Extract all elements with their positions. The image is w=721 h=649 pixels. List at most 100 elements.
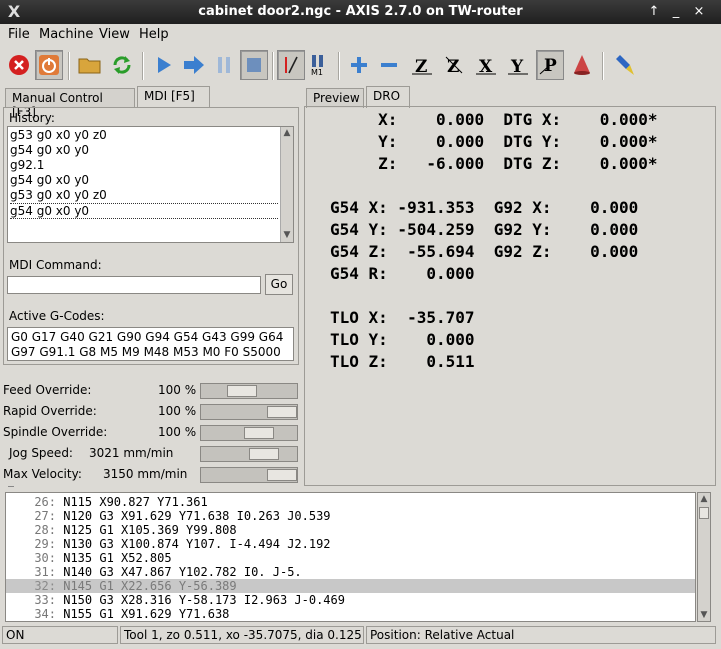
history-scrollbar[interactable]: ▲ ▼: [280, 127, 293, 242]
slider-handle[interactable]: [267, 469, 297, 481]
code-line[interactable]: 33: N150 G3 X28.316 Y-58.173 I2.963 J-0.…: [6, 593, 695, 607]
go-button[interactable]: Go: [265, 274, 293, 295]
slider-handle[interactable]: [267, 406, 297, 418]
jog-speed-slider[interactable]: [200, 446, 298, 462]
pause-button[interactable]: [210, 50, 238, 80]
history-list[interactable]: g53 g0 x0 y0 z0 g54 g0 x0 y0 g92.1 g54 g…: [7, 126, 294, 243]
tab-mdi[interactable]: MDI [F5]: [137, 86, 210, 108]
active-gcodes-label: Active G-Codes:: [9, 309, 105, 323]
menu-file[interactable]: File: [8, 27, 30, 42]
machine-power-button[interactable]: [35, 50, 63, 80]
zoom-in-button[interactable]: [345, 50, 373, 80]
stop-icon: [247, 58, 261, 72]
history-item[interactable]: g54 g0 x0 y0: [10, 173, 89, 187]
scroll-up-icon[interactable]: ▲: [281, 127, 293, 139]
mdi-command-input[interactable]: [7, 276, 261, 294]
history-item[interactable]: g54 g0 x0 y0: [10, 143, 89, 157]
code-line[interactable]: 27: N120 G3 X91.629 Y71.638 I0.263 J0.53…: [6, 509, 695, 523]
history-item-selected[interactable]: g54 g0 x0 y0: [10, 203, 278, 219]
code-line-highlighted[interactable]: 32: N145 G1 X22.656 Y-56.389: [6, 579, 695, 593]
history-item[interactable]: g53 g0 x0 y0 z0: [10, 128, 107, 142]
close-window-icon[interactable]: ×: [690, 3, 708, 21]
step-arrow-icon: [184, 56, 204, 74]
scroll-thumb[interactable]: [699, 507, 709, 519]
dro-row: G54 Z: -55.694 G92 Z: 0.000: [330, 242, 639, 261]
estop-button[interactable]: [5, 50, 33, 80]
run-button[interactable]: [150, 50, 178, 80]
view-z2-icon: Z: [445, 56, 463, 77]
code-line[interactable]: 29: N130 G3 X100.874 Y107. I-4.494 J2.19…: [6, 537, 695, 551]
keep-above-icon[interactable]: ↑: [645, 3, 663, 21]
scroll-down-icon[interactable]: ▼: [698, 609, 710, 621]
clear-plot-button[interactable]: [610, 50, 638, 80]
dro-row: G54 Y: -504.259 G92 Y: 0.000: [330, 220, 639, 239]
slider-handle[interactable]: [249, 448, 279, 460]
toolbar: M1 Z Z X Y P: [0, 48, 721, 84]
step-button[interactable]: [180, 50, 208, 80]
pause-icon: [218, 57, 230, 73]
feed-override-slider[interactable]: [200, 383, 298, 399]
max-velocity-slider[interactable]: [200, 467, 298, 483]
menu-bar: File Machine View Help: [0, 24, 721, 46]
code-line[interactable]: 34: N155 G1 X91.629 Y71.638: [6, 607, 695, 621]
menu-help[interactable]: Help: [139, 27, 169, 42]
view-z-button[interactable]: Z: [408, 50, 436, 80]
reload-icon: [113, 56, 131, 74]
estop-icon: [9, 55, 29, 75]
dro-row: TLO Y: 0.000: [330, 330, 475, 349]
slider-handle[interactable]: [227, 385, 257, 397]
view-x-button[interactable]: X: [472, 50, 500, 80]
history-label: History:: [9, 111, 55, 125]
rapid-override-label: Rapid Override:: [3, 404, 97, 418]
reload-button[interactable]: [108, 50, 136, 80]
svg-text:P: P: [544, 56, 557, 76]
menu-view[interactable]: View: [99, 27, 130, 42]
spindle-override-slider[interactable]: [200, 425, 298, 441]
scroll-down-icon[interactable]: ▼: [281, 229, 293, 241]
history-item[interactable]: g92.1: [10, 158, 44, 172]
code-line[interactable]: 28: N125 G1 X105.369 Y99.808: [6, 523, 695, 537]
optional-stop-button[interactable]: M1: [305, 50, 333, 80]
gcode-listing[interactable]: 26: N115 X90.827 Y71.361 27: N120 G3 X91…: [5, 492, 696, 622]
view-p-button[interactable]: P: [536, 50, 564, 80]
code-scrollbar[interactable]: ▲ ▼: [697, 492, 711, 622]
dro-row: G54 R: 0.000: [330, 264, 475, 283]
view-p-icon: P: [539, 56, 557, 76]
active-gcodes-box: G0 G17 G40 G21 G90 G94 G54 G43 G99 G64 G…: [7, 327, 294, 361]
zoom-in-icon: [351, 57, 367, 73]
active-gcodes-line: G0 G17 G40 G21 G90 G94 G54 G43 G99 G64: [11, 330, 284, 344]
code-line[interactable]: 26: N115 X90.827 Y71.361: [6, 495, 695, 509]
feed-override-value: 100 %: [158, 383, 197, 397]
view-z-icon: Z: [412, 57, 432, 77]
max-velocity-value: 3150 mm/min: [103, 467, 188, 481]
scroll-up-icon[interactable]: ▲: [698, 493, 710, 505]
play-icon: [158, 57, 171, 73]
rotate-cone-icon: [574, 55, 590, 75]
stop-button[interactable]: [240, 50, 268, 80]
view-y-button[interactable]: Y: [504, 50, 532, 80]
rapid-override-slider[interactable]: [200, 404, 298, 420]
tab-dro[interactable]: DRO: [366, 86, 410, 108]
open-file-button[interactable]: [76, 50, 104, 80]
menu-machine[interactable]: Machine: [39, 27, 93, 42]
history-item[interactable]: g53 g0 x0 y0 z0: [10, 188, 107, 202]
dro-row: X: 0.000 DTG X: 0.000*: [330, 110, 658, 129]
view-z2-button[interactable]: Z: [440, 50, 468, 80]
block-delete-button[interactable]: [277, 50, 305, 80]
minimize-icon[interactable]: _: [667, 3, 685, 21]
mdi-command-label: MDI Command:: [9, 258, 102, 272]
code-line[interactable]: 30: N135 G1 X52.805: [6, 551, 695, 565]
rotate-view-button[interactable]: [568, 50, 596, 80]
slider-handle[interactable]: [244, 427, 274, 439]
pane-grip-icon[interactable]: [8, 486, 14, 490]
tab-manual-control[interactable]: Manual Control [F3]: [5, 88, 135, 119]
dro-panel: X: 0.000 DTG X: 0.000* Y: 0.000 DTG Y: 0…: [304, 106, 716, 486]
tab-preview[interactable]: Preview: [306, 88, 364, 108]
folder-icon: [78, 58, 101, 74]
dro-row: TLO Z: 0.511: [330, 352, 475, 371]
zoom-out-button[interactable]: [375, 50, 403, 80]
block-delete-icon: [285, 56, 298, 74]
code-line[interactable]: 31: N140 G3 X47.867 Y102.782 I0. J-5.: [6, 565, 695, 579]
machine-state: ON: [2, 626, 118, 644]
jog-speed-label: Jog Speed:: [9, 446, 73, 460]
